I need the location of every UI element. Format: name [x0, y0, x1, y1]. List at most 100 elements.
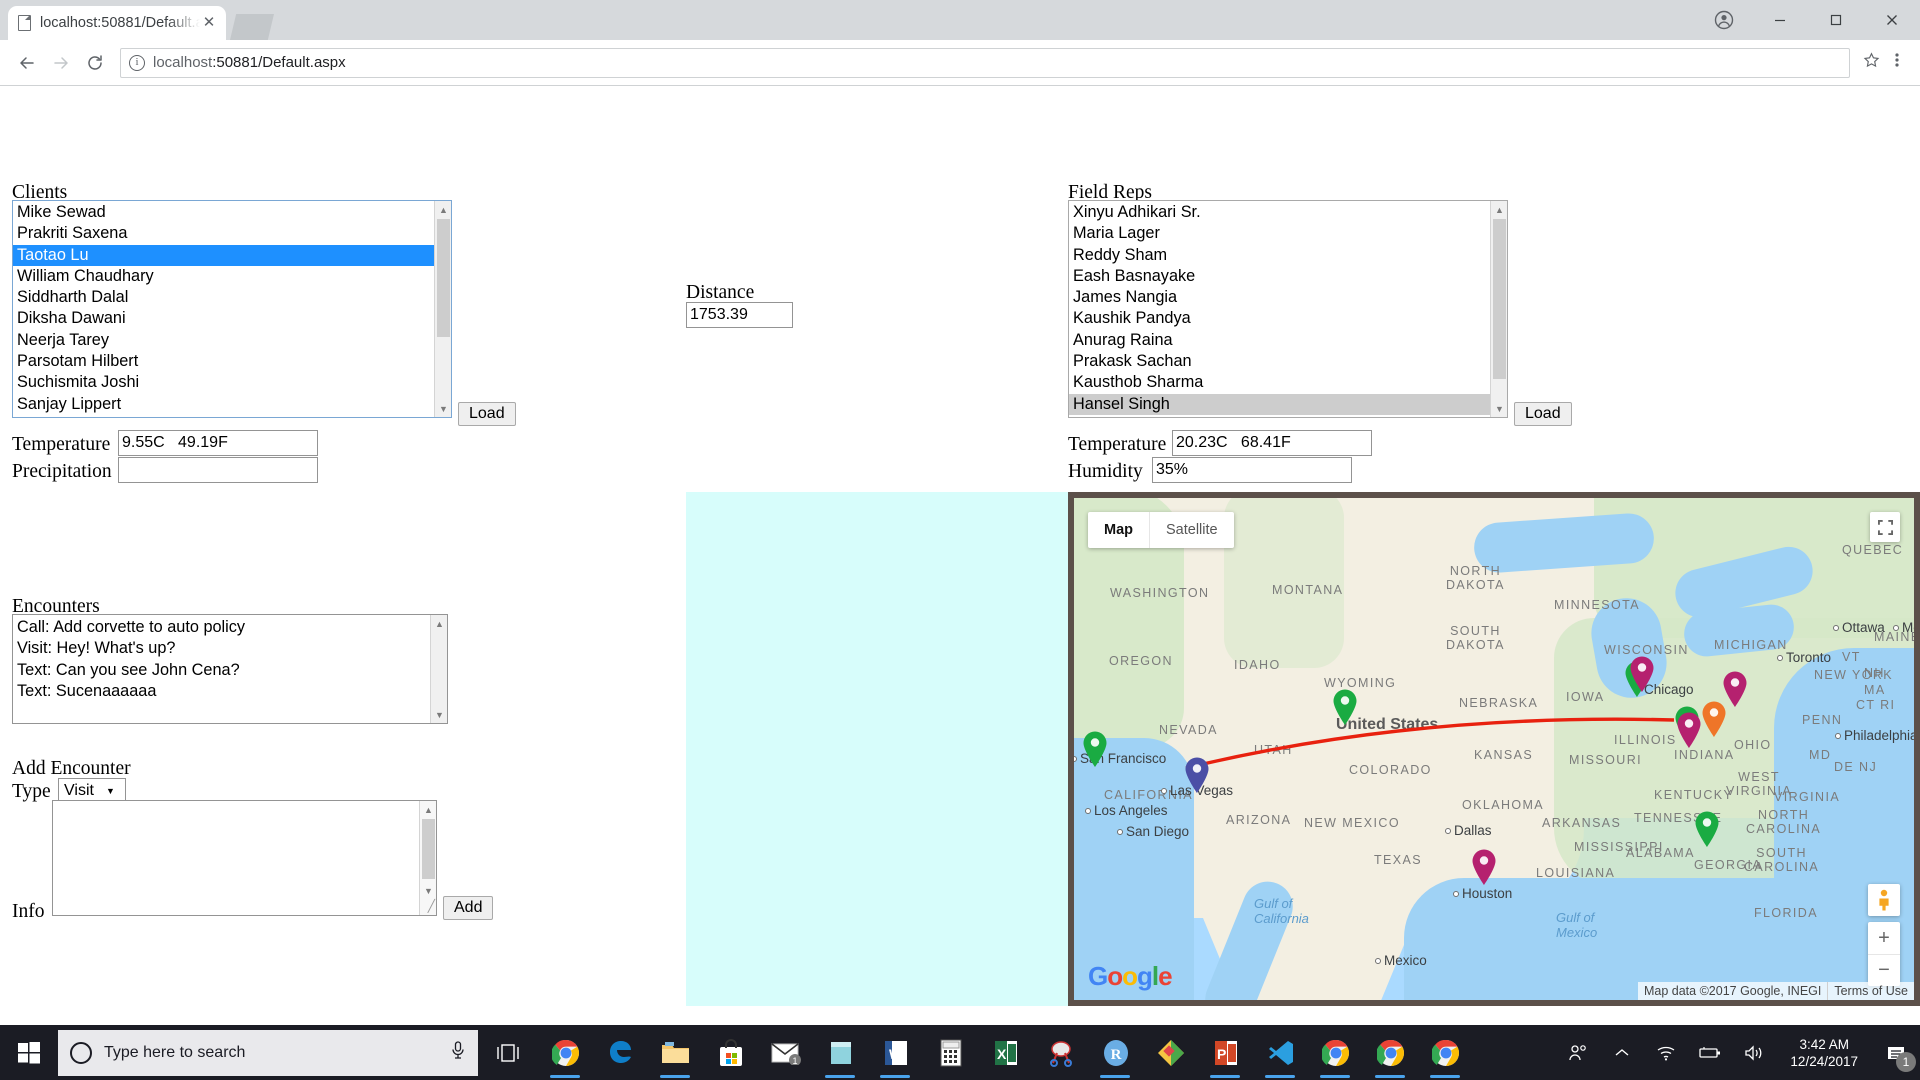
list-item[interactable]: Sanjay Lippert — [13, 394, 451, 415]
list-item[interactable]: Prakriti Saxena — [13, 223, 451, 244]
edge-taskbar-icon[interactable] — [593, 1025, 648, 1080]
wifi-icon[interactable] — [1644, 1025, 1688, 1080]
list-item[interactable]: Visit: Hey! What's up? — [13, 638, 447, 659]
chrome-taskbar-icon[interactable] — [538, 1025, 593, 1080]
list-item[interactable]: Call: Add corvette to auto policy — [13, 617, 447, 638]
scroll-up-arrow-icon[interactable]: ▲ — [431, 615, 447, 632]
calculator-taskbar-icon[interactable] — [923, 1025, 978, 1080]
pin-houston[interactable] — [1471, 848, 1497, 886]
star-icon[interactable] — [1858, 51, 1884, 74]
list-item[interactable]: Kaushik Pandya — [1069, 308, 1507, 329]
kebab-menu-icon[interactable] — [1884, 51, 1910, 74]
scroll-down-arrow-icon[interactable]: ▼ — [435, 400, 451, 417]
visual-paradigm-taskbar-icon[interactable] — [1143, 1025, 1198, 1080]
terms-of-use-link[interactable]: Terms of Use — [1827, 982, 1914, 1000]
browser-tab[interactable]: localhost:50881/Default.a ✕ — [8, 6, 226, 40]
task-view-icon[interactable] — [478, 1025, 538, 1080]
list-item[interactable]: Parsotam Hilbert — [13, 351, 451, 372]
clients-load-button[interactable]: Load — [458, 402, 516, 426]
scrollbar-thumb[interactable] — [437, 219, 450, 337]
map-tab-satellite[interactable]: Satellite — [1149, 512, 1234, 548]
zoom-in-button[interactable]: + — [1868, 922, 1900, 954]
sticky-notes-taskbar-icon[interactable] — [813, 1025, 868, 1080]
map-tab-map[interactable]: Map — [1088, 512, 1149, 548]
fullscreen-icon[interactable] — [1870, 512, 1900, 542]
people-icon[interactable] — [1556, 1025, 1600, 1080]
show-hidden-icons-chevron[interactable] — [1600, 1025, 1644, 1080]
list-item[interactable]: Text: Sucenaaaaaa — [13, 681, 447, 702]
chrome3-taskbar-icon[interactable] — [1363, 1025, 1418, 1080]
client-temperature-field[interactable] — [118, 430, 318, 456]
list-item[interactable]: Eash Basnayake — [1069, 266, 1507, 287]
google-map[interactable]: WASHINGTON MONTANA NORTH DAKOTA SOUTH DAKOT… — [1068, 492, 1920, 1006]
chrome2-taskbar-icon[interactable] — [1308, 1025, 1363, 1080]
search-input[interactable]: Type here to search — [58, 1029, 478, 1076]
clients-listbox[interactable]: Mike Sewad Prakriti Saxena Taotao Lu Willia… — [12, 200, 452, 418]
rep-temperature-field[interactable] — [1172, 430, 1372, 456]
list-item[interactable]: Siddharth Dalal — [13, 287, 451, 308]
minimize-button[interactable] — [1752, 0, 1808, 40]
scroll-up-arrow-icon[interactable]: ▲ — [420, 801, 437, 818]
distance-field[interactable] — [686, 302, 793, 328]
action-center-icon[interactable]: 1 — [1872, 1025, 1920, 1080]
r-studio-taskbar-icon[interactable]: R — [1088, 1025, 1143, 1080]
list-item[interactable]: James Nangia — [1069, 287, 1507, 308]
list-item[interactable]: Hansel Singh — [1069, 393, 1507, 415]
vscode-taskbar-icon[interactable] — [1253, 1025, 1308, 1080]
list-item[interactable]: Reddy Sham — [1069, 245, 1507, 266]
pin-chicago-magenta[interactable] — [1629, 655, 1655, 693]
maximize-button[interactable] — [1808, 0, 1864, 40]
back-arrow-icon[interactable] — [10, 46, 44, 80]
taskbar-clock[interactable]: 3:42 AM 12/24/2017 — [1776, 1025, 1872, 1080]
fieldreps-scrollbar[interactable]: ▲ ▼ — [1490, 201, 1507, 417]
address-bar[interactable]: i localhost:50881/Default.aspx — [120, 47, 1850, 78]
pin-denver[interactable] — [1332, 688, 1358, 726]
info-icon[interactable]: i — [129, 54, 145, 71]
add-encounter-button[interactable]: Add — [443, 896, 494, 920]
excel-taskbar-icon[interactable]: X — [978, 1025, 1033, 1080]
scrollbar-thumb[interactable] — [1493, 219, 1506, 379]
forward-arrow-icon[interactable] — [44, 46, 78, 80]
client-precipitation-field[interactable] — [118, 457, 318, 483]
file-explorer-taskbar-icon[interactable] — [648, 1025, 703, 1080]
scroll-up-arrow-icon[interactable]: ▲ — [1491, 201, 1507, 218]
close-button[interactable] — [1864, 0, 1920, 40]
map-canvas[interactable]: WASHINGTON MONTANA NORTH DAKOTA SOUTH DAKOT… — [1074, 498, 1914, 1000]
list-item[interactable]: William Chaudhary — [13, 266, 451, 287]
encounters-listbox[interactable]: Call: Add corvette to auto policy Visit: … — [12, 614, 448, 724]
scroll-up-arrow-icon[interactable]: ▲ — [435, 201, 451, 218]
map-zoom-control[interactable]: + − — [1868, 922, 1900, 986]
list-item[interactable]: Maria Lager — [1069, 223, 1507, 244]
microphone-icon[interactable] — [450, 1041, 466, 1064]
list-item[interactable]: Diksha Dawani — [13, 308, 451, 329]
list-item[interactable]: Taotao Lu — [13, 244, 451, 266]
new-tab-button[interactable] — [230, 14, 274, 40]
info-scrollbar[interactable]: ▲ ▼ — [419, 801, 436, 915]
map-type-control[interactable]: Map Satellite — [1088, 512, 1234, 548]
list-item[interactable]: Neerja Tarey — [13, 330, 451, 351]
microsoft-store-taskbar-icon[interactable] — [703, 1025, 758, 1080]
list-item[interactable]: Prakask Sachan — [1069, 351, 1507, 372]
word-taskbar-icon[interactable]: W — [868, 1025, 923, 1080]
tab-close-icon[interactable]: ✕ — [200, 14, 218, 32]
list-item[interactable]: Anurag Raina — [1069, 330, 1507, 351]
rep-humidity-field[interactable] — [1152, 457, 1352, 483]
list-item[interactable]: Mike Sewad — [13, 202, 451, 223]
encounters-scrollbar[interactable]: ▲ ▼ — [430, 615, 447, 723]
pin-las-vegas[interactable] — [1184, 756, 1210, 794]
scroll-down-arrow-icon[interactable]: ▼ — [420, 882, 437, 899]
pin-carolina[interactable] — [1694, 810, 1720, 848]
reload-icon[interactable] — [78, 46, 112, 80]
list-item[interactable]: Suchismita Joshi — [13, 372, 451, 393]
chrome4-taskbar-icon[interactable] — [1418, 1025, 1473, 1080]
encounter-info-textarea[interactable]: ▲ ▼ ╱ — [52, 800, 437, 916]
powerpoint-taskbar-icon[interactable]: P — [1198, 1025, 1253, 1080]
scroll-down-arrow-icon[interactable]: ▼ — [431, 706, 447, 723]
windows-start-icon[interactable] — [0, 1025, 58, 1080]
scroll-down-arrow-icon[interactable]: ▼ — [1491, 400, 1507, 417]
battery-icon[interactable] — [1688, 1025, 1732, 1080]
scrollbar-thumb[interactable] — [422, 819, 435, 879]
clients-scrollbar[interactable]: ▲ ▼ — [434, 201, 451, 417]
pin-cleveland[interactable] — [1722, 670, 1748, 708]
account-icon[interactable] — [1696, 0, 1752, 40]
